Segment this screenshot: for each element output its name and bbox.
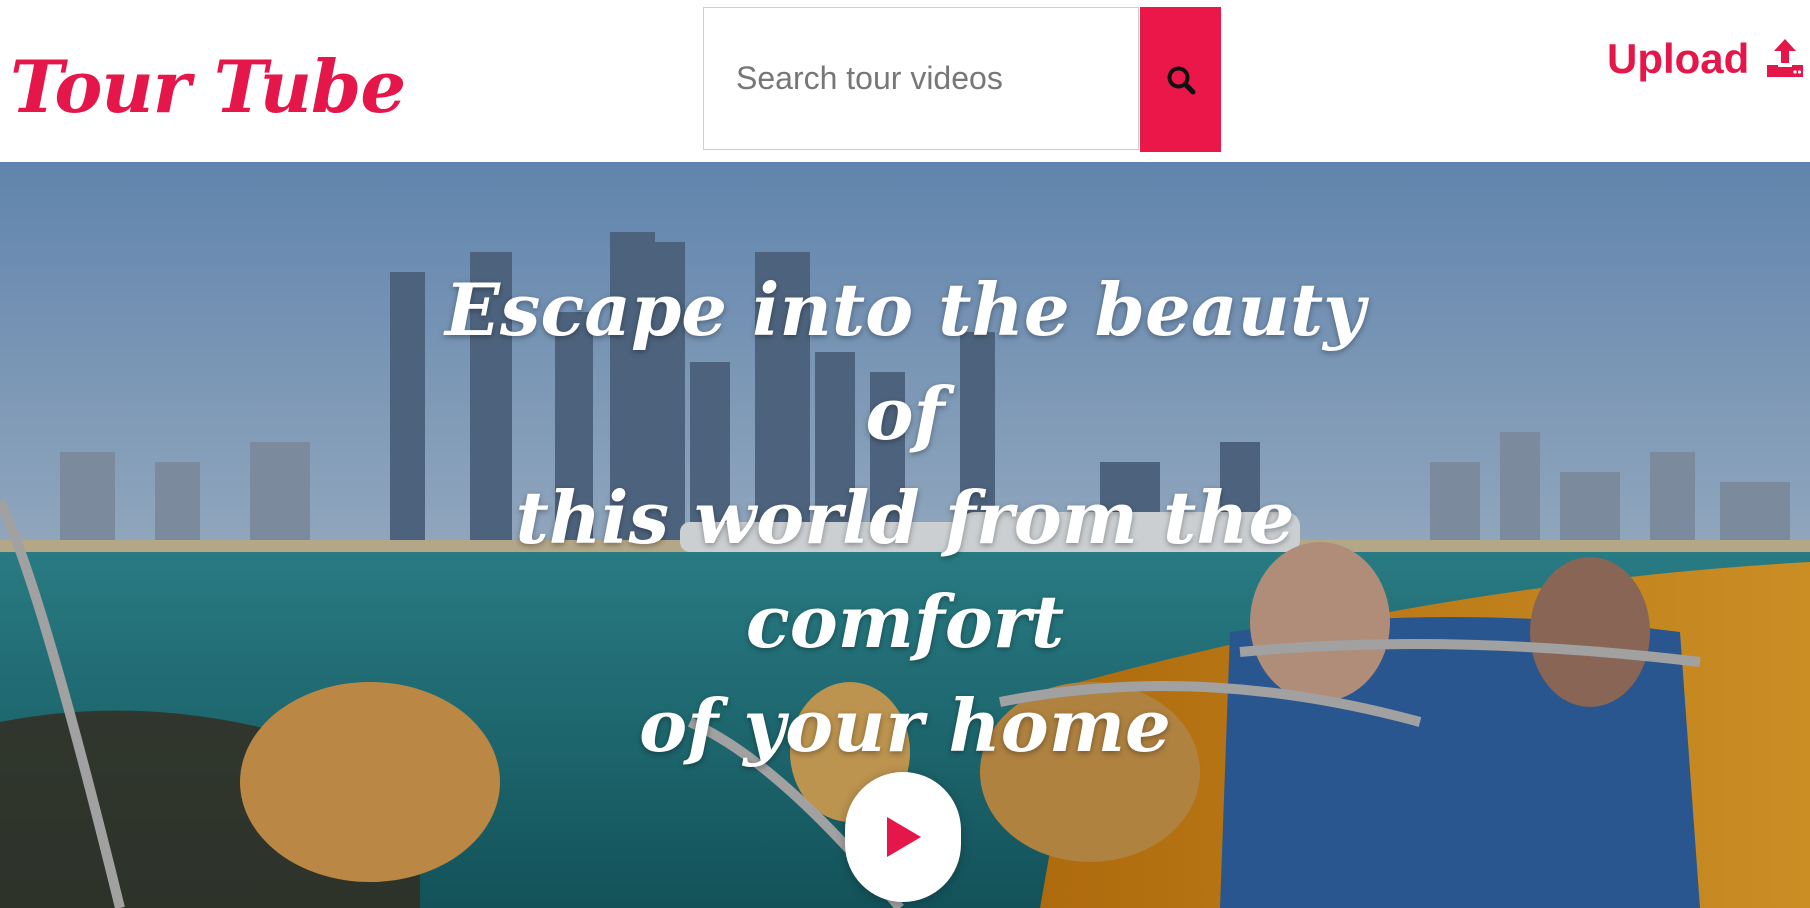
- hero-headline-line: this world from the comfort: [515, 475, 1295, 664]
- search-icon: [1167, 66, 1195, 94]
- upload-label: Upload: [1607, 35, 1750, 82]
- search-input[interactable]: [704, 8, 1138, 149]
- hero-headline-line: of your home: [639, 683, 1171, 768]
- hero-headline-line: Escape into the beauty of: [445, 267, 1365, 456]
- site-header: Tour Tube Upload: [0, 0, 1810, 162]
- upload-button[interactable]: Upload: [1607, 34, 1807, 84]
- search-box: [703, 7, 1139, 150]
- search-button[interactable]: [1140, 7, 1221, 152]
- upload-icon: [1767, 39, 1804, 77]
- site-logo[interactable]: Tour Tube: [10, 42, 406, 132]
- play-icon: [887, 817, 921, 857]
- hero-headline: Escape into the beauty of this world fro…: [405, 258, 1405, 778]
- play-button[interactable]: [845, 772, 961, 902]
